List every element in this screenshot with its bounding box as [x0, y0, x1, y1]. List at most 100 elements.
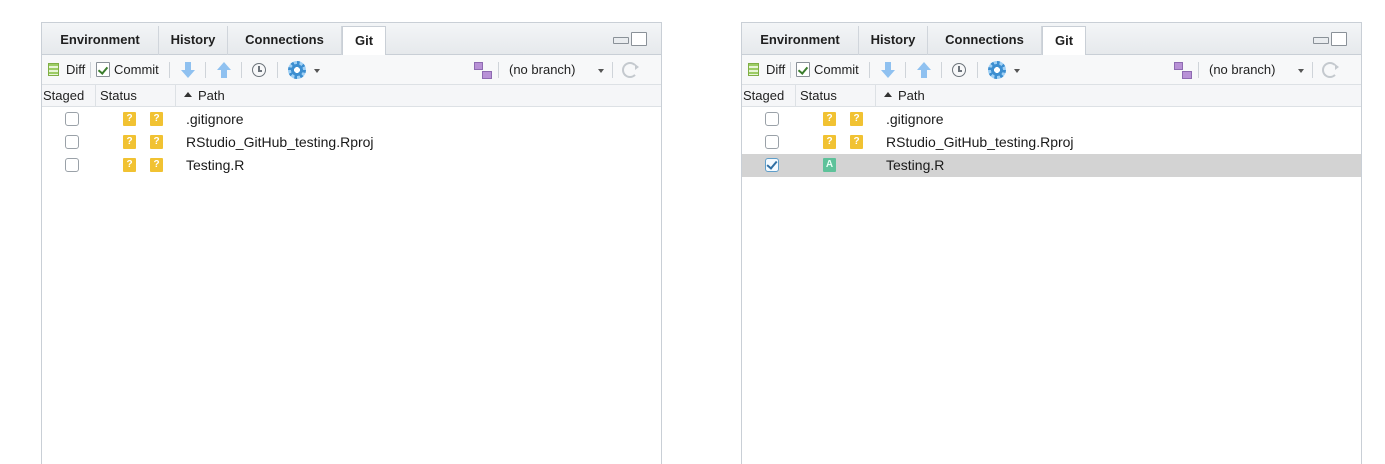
toolbar-separator	[790, 62, 791, 78]
pull-icon[interactable]	[881, 62, 895, 78]
file-path: Testing.R	[886, 157, 945, 173]
commit-button[interactable]: Commit	[814, 55, 859, 85]
commit-button[interactable]: Commit	[114, 55, 159, 85]
table-row[interactable]: ? ? Testing.R	[42, 154, 661, 177]
tab-environment[interactable]: Environment	[742, 26, 859, 55]
table-row-selected[interactable]: A Testing.R	[742, 154, 1361, 177]
diff-icon[interactable]	[748, 63, 759, 76]
pane-tab-bar: Environment History Connections Git	[742, 23, 1361, 56]
branch-icon	[1174, 62, 1192, 79]
gear-icon[interactable]	[988, 61, 1006, 79]
file-path: RStudio_GitHub_testing.Rproj	[886, 134, 1074, 150]
staged-checkbox[interactable]	[65, 135, 79, 149]
gear-icon[interactable]	[288, 61, 306, 79]
push-icon[interactable]	[217, 62, 231, 78]
column-path[interactable]: Path	[876, 85, 1361, 107]
diff-button[interactable]: Diff	[66, 55, 85, 85]
pull-icon[interactable]	[181, 62, 195, 78]
refresh-icon[interactable]	[622, 62, 639, 78]
maximize-icon[interactable]	[1331, 32, 1347, 46]
diff-button[interactable]: Diff	[766, 55, 785, 85]
staged-checkbox[interactable]	[65, 112, 79, 126]
staged-checkbox[interactable]	[765, 112, 779, 126]
toolbar-separator	[977, 62, 978, 78]
git-toolbar: Diff Commit (no branch)	[42, 55, 661, 85]
commit-checkbox-icon[interactable]	[96, 62, 110, 77]
toolbar-separator	[498, 62, 499, 78]
toolbar-separator	[241, 62, 242, 78]
file-list-header: Staged Status Path	[742, 85, 1361, 107]
tab-connections[interactable]: Connections	[928, 26, 1042, 55]
column-status[interactable]: Status	[96, 85, 176, 107]
status-badge: ?	[123, 112, 136, 126]
table-row[interactable]: ? ? .gitignore	[742, 108, 1361, 131]
status-badge: ?	[123, 135, 136, 149]
table-row[interactable]: ? ? RStudio_GitHub_testing.Rproj	[742, 131, 1361, 154]
status-badge: ?	[823, 135, 836, 149]
minimize-icon[interactable]	[613, 37, 629, 44]
push-icon[interactable]	[917, 62, 931, 78]
toolbar-separator	[1312, 62, 1313, 78]
maximize-icon[interactable]	[631, 32, 647, 46]
chevron-down-icon[interactable]	[1298, 69, 1304, 73]
staged-checkbox-checked[interactable]	[765, 158, 779, 172]
diff-icon[interactable]	[48, 63, 59, 76]
tab-history[interactable]: History	[859, 26, 928, 55]
branch-icon	[474, 62, 492, 79]
toolbar-separator	[277, 62, 278, 78]
column-staged[interactable]: Staged	[742, 85, 796, 107]
branch-dropdown[interactable]: (no branch)	[1209, 55, 1275, 85]
minimize-icon[interactable]	[1313, 37, 1329, 44]
sort-ascending-icon	[184, 92, 192, 98]
status-badge: ?	[150, 112, 163, 126]
status-badge: ?	[850, 135, 863, 149]
table-row[interactable]: ? ? .gitignore	[42, 108, 661, 131]
sort-ascending-icon	[884, 92, 892, 98]
status-badge: ?	[150, 158, 163, 172]
tab-git[interactable]: Git	[1042, 26, 1086, 56]
window-controls	[613, 32, 649, 46]
pane-tab-bar: Environment History Connections Git	[42, 23, 661, 56]
table-row[interactable]: ? ? RStudio_GitHub_testing.Rproj	[42, 131, 661, 154]
git-pane-after: Environment History Connections Git Diff…	[741, 22, 1362, 464]
file-list: ? ? .gitignore ? ? RStudio_GitHub_testin…	[42, 108, 661, 177]
file-path: .gitignore	[186, 111, 244, 127]
toolbar-separator	[90, 62, 91, 78]
branch-dropdown[interactable]: (no branch)	[509, 55, 575, 85]
history-icon[interactable]	[952, 63, 966, 77]
git-toolbar: Diff Commit (no branch)	[742, 55, 1361, 85]
column-path-label: Path	[898, 88, 925, 103]
column-staged[interactable]: Staged	[42, 85, 96, 107]
chevron-down-icon[interactable]	[1014, 69, 1020, 73]
file-path: Testing.R	[186, 157, 245, 173]
toolbar-separator	[169, 62, 170, 78]
file-list: ? ? .gitignore ? ? RStudio_GitHub_testin…	[742, 108, 1361, 177]
tab-history[interactable]: History	[159, 26, 228, 55]
tab-connections[interactable]: Connections	[228, 26, 342, 55]
tab-environment[interactable]: Environment	[42, 26, 159, 55]
toolbar-separator	[612, 62, 613, 78]
column-path-label: Path	[198, 88, 225, 103]
chevron-down-icon[interactable]	[314, 69, 320, 73]
toolbar-separator	[869, 62, 870, 78]
staged-checkbox[interactable]	[765, 135, 779, 149]
tab-git[interactable]: Git	[342, 26, 386, 56]
column-status[interactable]: Status	[796, 85, 876, 107]
status-badge: ?	[150, 135, 163, 149]
refresh-icon[interactable]	[1322, 62, 1339, 78]
toolbar-separator	[905, 62, 906, 78]
chevron-down-icon[interactable]	[598, 69, 604, 73]
status-badge-added: A	[823, 158, 836, 172]
toolbar-separator	[941, 62, 942, 78]
window-controls	[1313, 32, 1349, 46]
staged-checkbox[interactable]	[65, 158, 79, 172]
file-path: .gitignore	[886, 111, 944, 127]
commit-checkbox-icon[interactable]	[796, 62, 810, 77]
status-badge: ?	[850, 112, 863, 126]
toolbar-separator	[1198, 62, 1199, 78]
toolbar-separator	[205, 62, 206, 78]
status-badge: ?	[823, 112, 836, 126]
column-path[interactable]: Path	[176, 85, 661, 107]
git-pane-before: Environment History Connections Git Diff…	[41, 22, 662, 464]
history-icon[interactable]	[252, 63, 266, 77]
